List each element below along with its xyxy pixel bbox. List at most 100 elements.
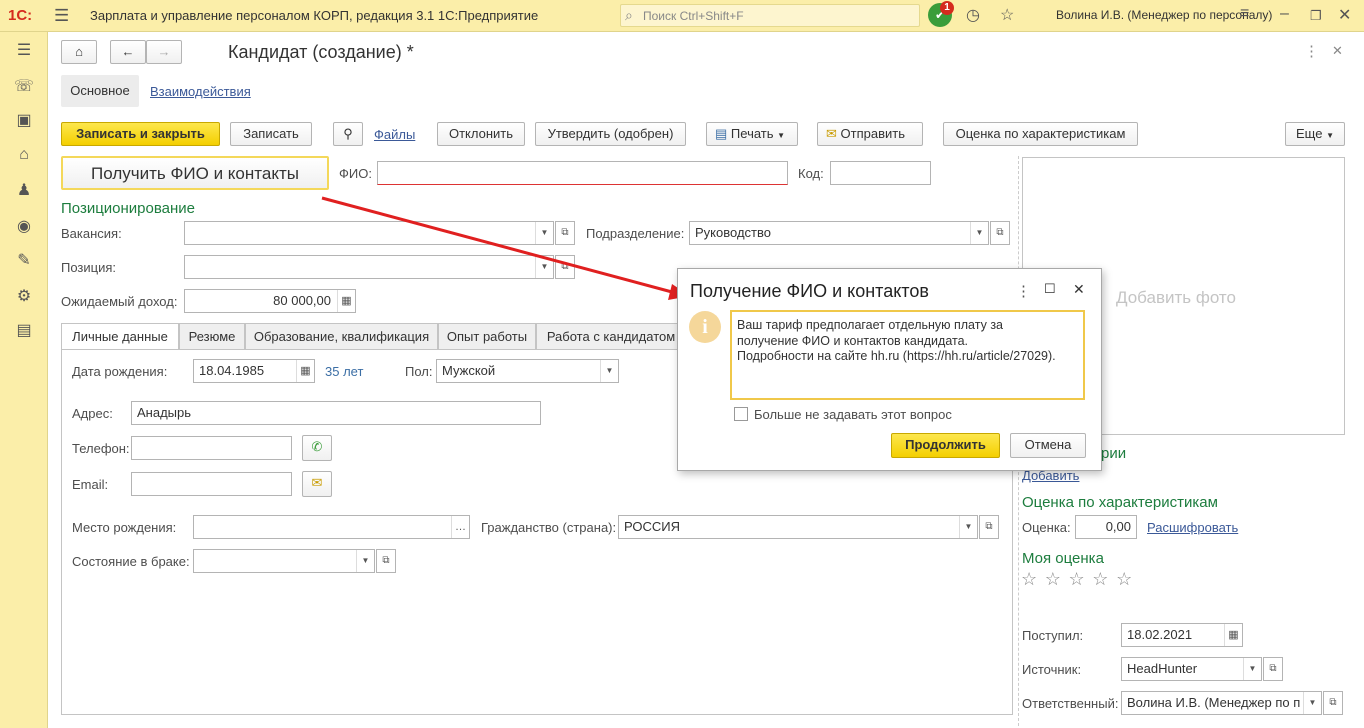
phone-field[interactable] bbox=[131, 436, 292, 460]
close-window-icon[interactable]: ✕ bbox=[1338, 5, 1351, 25]
address-field[interactable]: Анадырь bbox=[131, 401, 541, 425]
calendar-icon[interactable]: ▦ bbox=[1224, 624, 1242, 646]
star-icon[interactable]: ☆ bbox=[1092, 569, 1108, 589]
star-icon[interactable]: ☆ bbox=[1069, 569, 1085, 589]
get-contacts-button[interactable]: Получить ФИО и контакты bbox=[61, 156, 329, 190]
notifications-badge: 1 bbox=[940, 1, 954, 15]
print-button[interactable]: ▤ Печать ▼ bbox=[706, 122, 798, 146]
gender-field[interactable]: Мужской ▼ bbox=[436, 359, 619, 383]
marital-field[interactable]: ▼ bbox=[193, 549, 375, 573]
more-button[interactable]: Еще ▼ bbox=[1285, 122, 1345, 146]
responsible-field[interactable]: Волина И.В. (Менеджер по п ▼ bbox=[1121, 691, 1322, 715]
received-field[interactable]: 18.02.2021 ▦ bbox=[1121, 623, 1243, 647]
attach-clip-icon[interactable]: ⚲ bbox=[333, 122, 363, 146]
chevron-down-icon[interactable]: ▼ bbox=[535, 222, 553, 244]
tab-education[interactable]: Образование, квалификация bbox=[245, 323, 438, 350]
chevron-down-icon[interactable]: ▼ bbox=[356, 550, 374, 572]
open-position-icon[interactable]: ⧉ bbox=[555, 255, 575, 279]
chevron-down-icon[interactable]: ▼ bbox=[959, 516, 977, 538]
menu-icon[interactable]: ☰ bbox=[54, 6, 69, 26]
form-close-icon[interactable]: ✕ bbox=[1332, 43, 1343, 59]
form-more-icon[interactable]: ⋮ bbox=[1304, 42, 1319, 60]
dialog-close-icon[interactable]: ✕ bbox=[1073, 281, 1085, 298]
approve-button[interactable]: Утвердить (одобрен) bbox=[535, 122, 686, 146]
title-bar: 1С: ☰ Зарплата и управление персоналом К… bbox=[0, 0, 1364, 32]
birthplace-label: Место рождения: bbox=[72, 520, 177, 535]
restore-icon[interactable]: ❐ bbox=[1310, 8, 1322, 24]
fio-field[interactable] bbox=[377, 161, 788, 185]
app-title: Зарплата и управление персоналом КОРП, р… bbox=[90, 8, 539, 23]
save-button[interactable]: Записать bbox=[230, 122, 312, 146]
star-icon[interactable]: ☆ bbox=[1045, 569, 1061, 589]
rating-button[interactable]: Оценка по характеристикам bbox=[943, 122, 1138, 146]
back-button[interactable]: ← bbox=[110, 40, 146, 64]
birthplace-field[interactable]: … bbox=[193, 515, 470, 539]
tab-interactions[interactable]: Взаимодействия bbox=[150, 84, 251, 99]
calculator-icon[interactable]: ▦ bbox=[337, 290, 355, 312]
tab-main[interactable]: Основное bbox=[61, 75, 139, 107]
chevron-down-icon[interactable]: ▼ bbox=[1303, 692, 1321, 714]
ellipsis-icon[interactable]: … bbox=[451, 516, 469, 538]
reject-button[interactable]: Отклонить bbox=[437, 122, 525, 146]
income-field[interactable]: 80 000,00 ▦ bbox=[184, 289, 356, 313]
settings-menu-icon[interactable]: ≡ bbox=[1240, 5, 1249, 23]
sidebar-menu-icon[interactable]: ☰ bbox=[0, 40, 48, 60]
send-email-icon[interactable]: ✉ bbox=[302, 471, 332, 497]
code-field[interactable] bbox=[830, 161, 931, 185]
citizenship-field[interactable]: РОССИЯ ▼ bbox=[618, 515, 978, 539]
tab-personal-data[interactable]: Личные данные bbox=[61, 323, 179, 350]
save-close-button[interactable]: Записать и закрыть bbox=[61, 122, 220, 146]
department-field[interactable]: Руководство ▼ bbox=[689, 221, 989, 245]
open-responsible-icon[interactable]: ⧉ bbox=[1323, 691, 1343, 715]
decode-link[interactable]: Расшифровать bbox=[1147, 520, 1238, 535]
star-icon[interactable]: ☆ bbox=[1116, 569, 1132, 589]
open-department-icon[interactable]: ⧉ bbox=[990, 221, 1010, 245]
sidebar-safety-icon[interactable]: ◉ bbox=[0, 216, 48, 236]
open-marital-icon[interactable]: ⧉ bbox=[376, 549, 396, 573]
tab-resume[interactable]: Резюме bbox=[179, 323, 245, 350]
dialog-maximize-icon[interactable]: ☐ bbox=[1044, 281, 1056, 297]
sidebar-staff-icon[interactable]: ♟ bbox=[0, 180, 48, 200]
position-field[interactable]: ▼ bbox=[184, 255, 554, 279]
vacancy-field[interactable]: ▼ bbox=[184, 221, 554, 245]
sidebar-benefits-icon[interactable]: ▣ bbox=[0, 110, 48, 130]
tab-work-with-candidate[interactable]: Работа с кандидатом bbox=[536, 323, 686, 350]
files-link[interactable]: Файлы bbox=[374, 127, 415, 142]
email-field[interactable] bbox=[131, 472, 292, 496]
cancel-button[interactable]: Отмена bbox=[1010, 433, 1086, 458]
send-button[interactable]: ✉ Отправить bbox=[817, 122, 923, 146]
birth-date-field[interactable]: 18.04.1985 ▦ bbox=[193, 359, 315, 383]
dialog-more-icon[interactable]: ⋮ bbox=[1016, 282, 1031, 300]
sidebar-reports-icon[interactable]: ▤ bbox=[0, 320, 48, 340]
sidebar-training-icon[interactable]: ⌂ bbox=[0, 146, 48, 164]
dont-ask-checkbox[interactable] bbox=[734, 407, 748, 421]
search-input[interactable]: ⌕ Поиск Ctrl+Shift+F bbox=[620, 4, 920, 27]
forward-button[interactable]: → bbox=[146, 40, 182, 64]
chevron-down-icon[interactable]: ▼ bbox=[1243, 658, 1261, 680]
open-citizenship-icon[interactable]: ⧉ bbox=[979, 515, 999, 539]
chevron-down-icon[interactable]: ▼ bbox=[970, 222, 988, 244]
rating-field: 0,00 bbox=[1075, 515, 1137, 539]
gender-label: Пол: bbox=[405, 364, 433, 379]
continue-button[interactable]: Продолжить bbox=[891, 433, 1000, 458]
sidebar-settings-icon[interactable]: ⚙ bbox=[0, 286, 48, 306]
open-vacancy-icon[interactable]: ⧉ bbox=[555, 221, 575, 245]
chevron-down-icon[interactable]: ▼ bbox=[535, 256, 553, 278]
tab-experience[interactable]: Опыт работы bbox=[438, 323, 536, 350]
source-field[interactable]: HeadHunter ▼ bbox=[1121, 657, 1262, 681]
favorites-star-icon[interactable]: ☆ bbox=[1000, 5, 1014, 25]
history-icon[interactable]: ◷ bbox=[966, 5, 980, 25]
sidebar-recruiting-icon[interactable]: ☏ bbox=[0, 76, 48, 96]
call-phone-icon[interactable]: ✆ bbox=[302, 435, 332, 461]
citizenship-label: Гражданство (страна): bbox=[481, 520, 617, 535]
app-logo: 1С: bbox=[8, 7, 33, 24]
open-source-icon[interactable]: ⧉ bbox=[1263, 657, 1283, 681]
calendar-icon[interactable]: ▦ bbox=[296, 360, 314, 382]
search-placeholder: Поиск Ctrl+Shift+F bbox=[643, 9, 744, 23]
star-icon[interactable]: ☆ bbox=[1021, 569, 1037, 589]
minimize-icon[interactable]: – bbox=[1280, 5, 1289, 23]
sidebar-tools-icon[interactable]: ✎ bbox=[0, 250, 48, 270]
home-button[interactable]: ⌂ bbox=[61, 40, 97, 64]
chevron-down-icon: ▼ bbox=[777, 131, 786, 140]
chevron-down-icon[interactable]: ▼ bbox=[600, 360, 618, 382]
